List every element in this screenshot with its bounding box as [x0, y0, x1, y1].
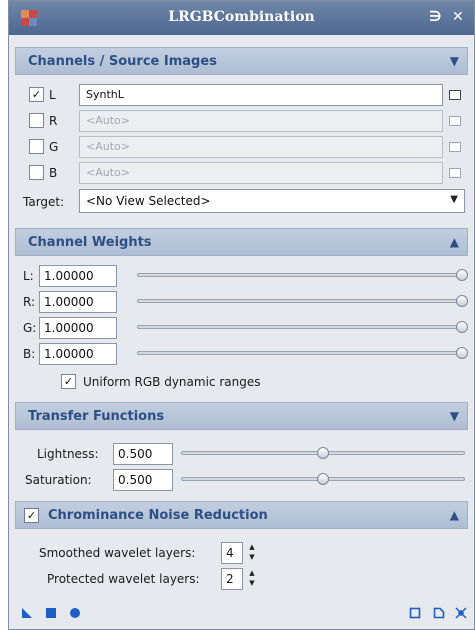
lightness-label: Lightness:	[37, 447, 99, 461]
preferences-icon[interactable]	[455, 607, 467, 619]
weight-b-slider-handle[interactable]	[456, 347, 468, 359]
bottom-toolbar	[9, 597, 474, 629]
lrgb-combination-window: LRGBCombination ∋ ✕ Channels / Source Im…	[8, 0, 475, 630]
channel-b-source-field[interactable]: <Auto>	[79, 162, 443, 184]
weight-g-slider-handle[interactable]	[456, 321, 468, 333]
target-view-value: <No View Selected>	[86, 194, 211, 208]
chevron-down-icon: ▼	[450, 194, 458, 205]
weight-l-slider-handle[interactable]	[456, 269, 468, 281]
channel-l-checkbox[interactable]: ✓	[29, 87, 44, 102]
weight-b-label: B:	[23, 347, 36, 361]
weight-g-input[interactable]: 1.00000	[39, 317, 117, 339]
channel-r-checkbox[interactable]	[29, 113, 44, 128]
weight-r-slider-handle[interactable]	[456, 295, 468, 307]
protected-layers-label: Protected wavelet layers:	[47, 572, 200, 586]
uniform-rgb-label: Uniform RGB dynamic ranges	[83, 375, 261, 389]
saturation-input[interactable]: 0.500	[113, 469, 173, 491]
weight-b-slider[interactable]	[137, 351, 463, 355]
select-view-icon[interactable]	[449, 116, 461, 126]
pin-icon[interactable]: ∋	[429, 9, 442, 25]
channel-b-checkbox[interactable]	[29, 165, 44, 180]
channel-g-label: G	[49, 140, 59, 154]
weight-g-slider[interactable]	[137, 325, 463, 329]
channel-g-checkbox[interactable]	[29, 139, 44, 154]
spinner-icon[interactable]: ▲ ▼	[245, 542, 259, 564]
channel-r-source-field[interactable]: <Auto>	[79, 110, 443, 132]
weight-l-label: L:	[23, 269, 34, 283]
saturation-slider-handle[interactable]	[317, 473, 329, 485]
lightness-slider-handle[interactable]	[317, 447, 329, 459]
collapse-icon[interactable]: ▼	[450, 409, 459, 423]
collapse-icon[interactable]: ▼	[450, 54, 459, 68]
uniform-rgb-checkbox[interactable]: ✓	[61, 374, 76, 389]
close-icon[interactable]: ✕	[452, 9, 464, 25]
channel-l-label: L	[49, 88, 56, 102]
weight-r-input[interactable]: 1.00000	[39, 291, 117, 313]
title-bar[interactable]: LRGBCombination ∋ ✕	[9, 1, 474, 35]
weight-r-label: R:	[23, 295, 36, 309]
smoothed-layers-label: Smoothed wavelet layers:	[39, 546, 196, 560]
select-view-icon[interactable]	[449, 142, 461, 152]
channel-b-label: B	[49, 166, 58, 180]
channels-section-header[interactable]: Channels / Source Images ▼	[15, 47, 468, 75]
window-title: LRGBCombination	[168, 9, 315, 25]
select-view-icon[interactable]	[449, 90, 461, 100]
collapse-icon[interactable]: ▲	[450, 508, 459, 522]
saturation-label: Saturation:	[25, 473, 92, 487]
section-title: Transfer Functions	[28, 409, 165, 424]
weight-l-input[interactable]: 1.00000	[39, 265, 117, 287]
reset-icon[interactable]	[433, 607, 445, 619]
channel-g-source-field[interactable]: <Auto>	[79, 136, 443, 158]
collapse-icon[interactable]: ▲	[450, 235, 459, 249]
transfer-section-header[interactable]: Transfer Functions ▼	[15, 402, 468, 430]
noise-reduction-checkbox[interactable]: ✓	[24, 508, 39, 523]
noise-section-header[interactable]: ✓ Chrominance Noise Reduction ▲	[15, 501, 468, 529]
select-view-icon[interactable]	[449, 168, 461, 178]
weight-b-input[interactable]: 1.00000	[39, 343, 117, 365]
view-list-icon[interactable]	[409, 607, 421, 619]
target-view-select[interactable]: <No View Selected> ▼	[79, 189, 465, 213]
triangle-icon[interactable]	[21, 607, 33, 619]
target-label: Target:	[23, 195, 65, 209]
channel-r-label: R	[49, 114, 58, 128]
weights-section-header[interactable]: Channel Weights ▲	[15, 228, 468, 256]
lightness-input[interactable]: 0.500	[113, 443, 173, 465]
section-title: Channel Weights	[28, 235, 152, 250]
section-title: Channels / Source Images	[28, 54, 217, 69]
square-icon[interactable]	[45, 607, 57, 619]
circle-icon[interactable]	[69, 607, 81, 619]
smoothed-layers-input[interactable]: 4	[221, 542, 243, 564]
protected-layers-input[interactable]: 2	[221, 568, 243, 590]
section-title: Chrominance Noise Reduction	[48, 508, 268, 523]
spinner-icon[interactable]: ▲ ▼	[245, 568, 259, 590]
weight-g-label: G:	[23, 321, 37, 335]
weight-r-slider[interactable]	[137, 299, 463, 303]
weight-l-slider[interactable]	[137, 273, 463, 277]
channel-l-source-field[interactable]: SynthL	[79, 84, 443, 106]
